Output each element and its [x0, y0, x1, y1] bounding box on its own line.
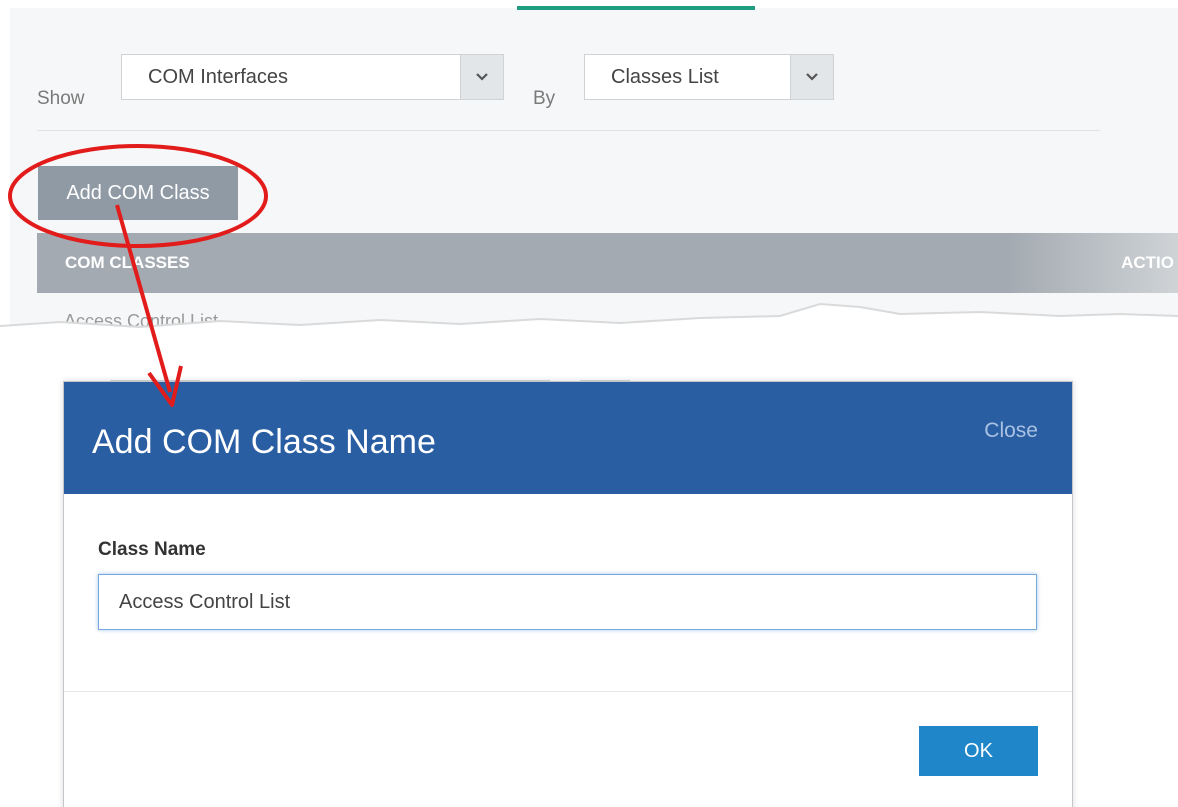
by-select-value: Classes List	[611, 66, 719, 88]
dialog-title: Add COM Class Name	[92, 423, 436, 461]
dialog-close-link[interactable]: Close	[984, 419, 1038, 443]
show-label: Show	[37, 88, 85, 109]
chevron-down-icon[interactable]	[790, 55, 833, 99]
torn-edge-effect	[0, 302, 1178, 378]
show-select[interactable]: COM Interfaces	[121, 54, 504, 100]
dialog-header: Add COM Class Name Close	[64, 382, 1072, 494]
class-name-input[interactable]	[98, 574, 1037, 630]
by-label: By	[533, 88, 556, 109]
screenshot: Show COM Interfaces By Classes List Add …	[0, 0, 1178, 807]
column-header-com-classes: COM CLASSES	[65, 253, 190, 272]
add-com-class-dialog: Add COM Class Name Close Class Name OK	[63, 381, 1073, 807]
by-select[interactable]: Classes List	[584, 54, 834, 100]
add-com-class-button[interactable]: Add COM Class	[38, 166, 238, 220]
chevron-down-icon[interactable]	[460, 55, 503, 99]
dialog-divider	[64, 691, 1072, 692]
class-name-label: Class Name	[98, 539, 206, 560]
table-header: COM CLASSES ACTIO	[37, 233, 1178, 293]
column-header-actions: ACTIO	[1121, 253, 1174, 272]
ok-button[interactable]: OK	[919, 726, 1038, 776]
show-select-value: COM Interfaces	[148, 66, 289, 88]
divider	[37, 130, 1100, 131]
active-tab-indicator	[517, 6, 755, 10]
